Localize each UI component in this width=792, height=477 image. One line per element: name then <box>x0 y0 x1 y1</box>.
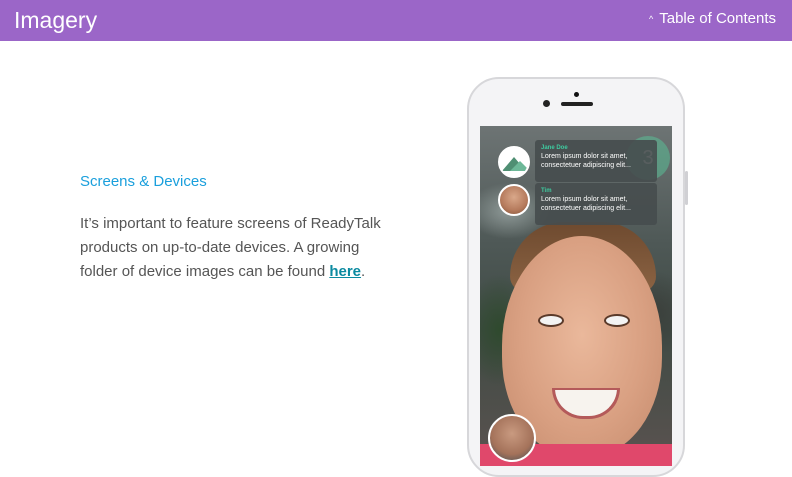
notification-message: Lorem ipsum dolor sit amet, consectetuer… <box>541 196 631 212</box>
toc-label: Table of Contents <box>659 10 776 27</box>
self-view-avatar[interactable] <box>488 414 536 462</box>
table-of-contents-link[interactable]: ^ Table of Contents <box>649 9 776 29</box>
mountain-shape-small <box>510 161 528 171</box>
phone-screen: 3 Jane Doe Lorem ipsum dolor sit amet, c… <box>480 126 672 466</box>
page-title: Imagery <box>14 7 98 33</box>
mountain-avatar-icon <box>498 146 530 178</box>
caret-up-icon: ^ <box>649 14 654 24</box>
here-link[interactable]: here <box>329 263 361 280</box>
phone-speaker <box>561 102 593 106</box>
section-body: It’s important to feature screens of Rea… <box>80 212 400 284</box>
section-heading: Screens & Devices <box>80 173 207 190</box>
phone-camera-icon <box>543 100 550 107</box>
person-eye-left <box>538 314 564 327</box>
phone-sensor-icon <box>574 92 579 97</box>
chat-notification[interactable]: Jane Doe Lorem ipsum dolor sit amet, con… <box>535 140 657 182</box>
chat-notification[interactable]: Tim Lorem ipsum dolor sit amet, consecte… <box>535 183 657 225</box>
notification-message: Lorem ipsum dolor sit amet, consectetuer… <box>541 153 631 169</box>
user-avatar <box>498 184 530 216</box>
header-bar: Imagery ^ Table of Contents <box>0 0 792 41</box>
phone-side-button <box>685 171 688 205</box>
person-eye-right <box>604 314 630 327</box>
body-period: . <box>361 263 366 280</box>
phone-mockup: 3 Jane Doe Lorem ipsum dolor sit amet, c… <box>467 77 688 477</box>
